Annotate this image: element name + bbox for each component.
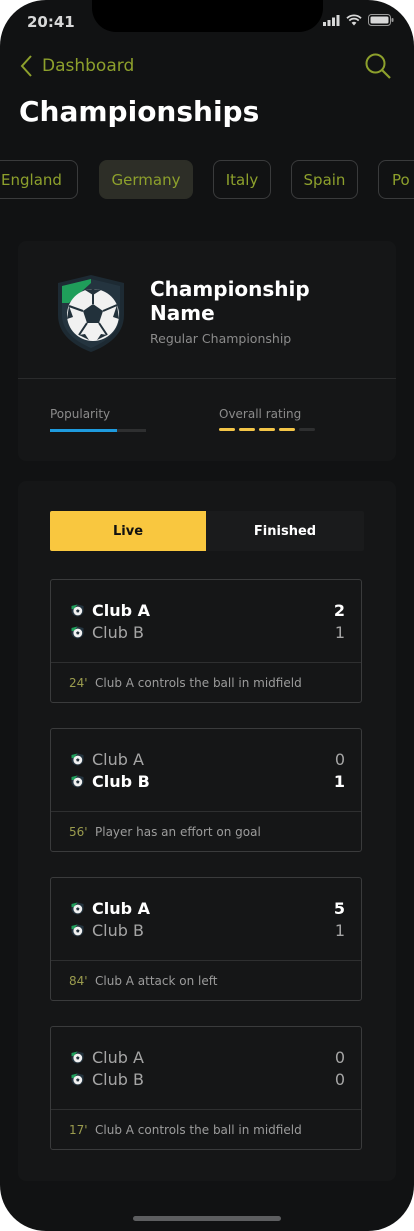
tab-spain[interactable]: Spain <box>291 160 358 199</box>
team-name: Club B <box>92 771 150 791</box>
club-logo-icon <box>71 604 84 617</box>
club-logo-icon <box>71 1073 84 1086</box>
team-score: 1 <box>333 771 345 791</box>
team-name: Club B <box>92 622 144 642</box>
match-minute: 84' <box>69 974 88 988</box>
match-team-row: Club B 0 <box>71 1068 345 1090</box>
match-team-row: Club A 0 <box>71 1046 345 1068</box>
tab-label: Germany <box>111 170 181 189</box>
match-filter-toggle: Live Finished <box>50 511 364 551</box>
tab-label: England <box>1 170 62 189</box>
home-indicator[interactable] <box>133 1216 281 1221</box>
match-team-row: Club A 2 <box>71 599 345 621</box>
match-team-row: Club B 1 <box>71 770 345 792</box>
championship-type: Regular Championship <box>150 331 292 346</box>
club-logo-icon <box>71 1051 84 1064</box>
match-team-row: Club A 5 <box>71 897 345 919</box>
championship-name: Championship Name <box>150 277 310 325</box>
shield-ball-logo-icon <box>58 275 124 352</box>
finished-tab[interactable]: Finished <box>206 511 364 551</box>
club-logo-icon <box>71 775 84 788</box>
back-label: Dashboard <box>42 56 135 76</box>
match-card[interactable]: Club A 0 Club B 0 17' Club A controls the bal… <box>50 1026 362 1150</box>
team-score: 2 <box>333 600 345 620</box>
team-score: 0 <box>334 1069 345 1089</box>
tab-label: Po <box>392 170 410 189</box>
team-score: 1 <box>334 622 345 642</box>
team-score: 0 <box>334 749 345 769</box>
search-button[interactable] <box>364 52 392 84</box>
tab-germany[interactable]: Germany <box>99 160 193 199</box>
team-score: 0 <box>334 1047 345 1067</box>
divider <box>51 662 361 663</box>
match-event: Club A controls the ball in midfield <box>95 676 302 690</box>
status-time: 20:41 <box>27 13 75 31</box>
notch <box>92 0 323 32</box>
team-score: 1 <box>334 920 345 940</box>
back-button[interactable]: Dashboard <box>20 55 134 77</box>
popularity-bar <box>50 429 146 432</box>
club-logo-icon <box>71 902 84 915</box>
rating-dash <box>239 428 255 431</box>
championship-card: Championship Name Regular Championship P… <box>18 241 396 461</box>
match-minute: 56' <box>69 825 88 839</box>
tab-label: Spain <box>303 170 346 189</box>
match-minute: 17' <box>69 1123 88 1137</box>
divider <box>18 378 396 379</box>
match-card[interactable]: Club A 0 Club B 1 56' Player has an effort on… <box>50 728 362 852</box>
country-tabs: England Germany Italy Spain Po <box>0 160 414 202</box>
tab-portugal[interactable]: Po <box>378 160 414 199</box>
divider <box>51 960 361 961</box>
tab-italy[interactable]: Italy <box>213 160 271 199</box>
rating-label: Overall rating <box>219 407 302 421</box>
match-team-row: Club B 1 <box>71 621 345 643</box>
match-card[interactable]: Club A 2 Club B 1 24' Club A controls the bal… <box>50 579 362 703</box>
divider <box>51 811 361 812</box>
popularity-bar-fill <box>50 429 118 432</box>
page-title: Championships <box>19 95 260 128</box>
match-event: Club A controls the ball in midfield <box>95 1123 302 1137</box>
wifi-icon <box>346 14 362 26</box>
club-logo-icon <box>71 626 84 639</box>
match-team-row: Club B 1 <box>71 919 345 941</box>
divider <box>51 1109 361 1110</box>
live-tab[interactable]: Live <box>50 511 206 551</box>
club-logo-icon <box>71 753 84 766</box>
match-card[interactable]: Club A 5 Club B 1 84' Club A attack on left <box>50 877 362 1001</box>
signal-icon <box>323 14 340 26</box>
team-name: Club A <box>92 1047 144 1067</box>
match-event: Player has an effort on goal <box>95 825 261 839</box>
team-name: Club B <box>92 920 144 940</box>
rating-indicator <box>219 428 315 431</box>
search-icon <box>365 53 391 79</box>
status-icons <box>323 14 394 26</box>
team-name: Club A <box>92 898 151 918</box>
match-team-row: Club A 0 <box>71 748 345 770</box>
match-event: Club A attack on left <box>95 974 218 988</box>
tab-label: Italy <box>225 170 259 189</box>
rating-dash <box>219 428 235 431</box>
team-score: 5 <box>333 898 345 918</box>
battery-icon <box>368 14 394 26</box>
rating-dash <box>299 428 315 431</box>
team-name: Club A <box>92 749 144 769</box>
matches-card: Live Finished Club A 2 Club B 1 24' Club A co… <box>18 481 396 1181</box>
chevron-left-icon <box>20 55 32 77</box>
team-name: Club A <box>92 600 151 620</box>
phone-screen: 20:41 Dashboard Championships England Ge… <box>0 0 414 1231</box>
match-minute: 24' <box>69 676 88 690</box>
rating-dash <box>259 428 275 431</box>
rating-dash <box>279 428 295 431</box>
tab-england[interactable]: England <box>0 160 78 199</box>
club-logo-icon <box>71 924 84 937</box>
team-name: Club B <box>92 1069 144 1089</box>
popularity-label: Popularity <box>50 407 111 421</box>
